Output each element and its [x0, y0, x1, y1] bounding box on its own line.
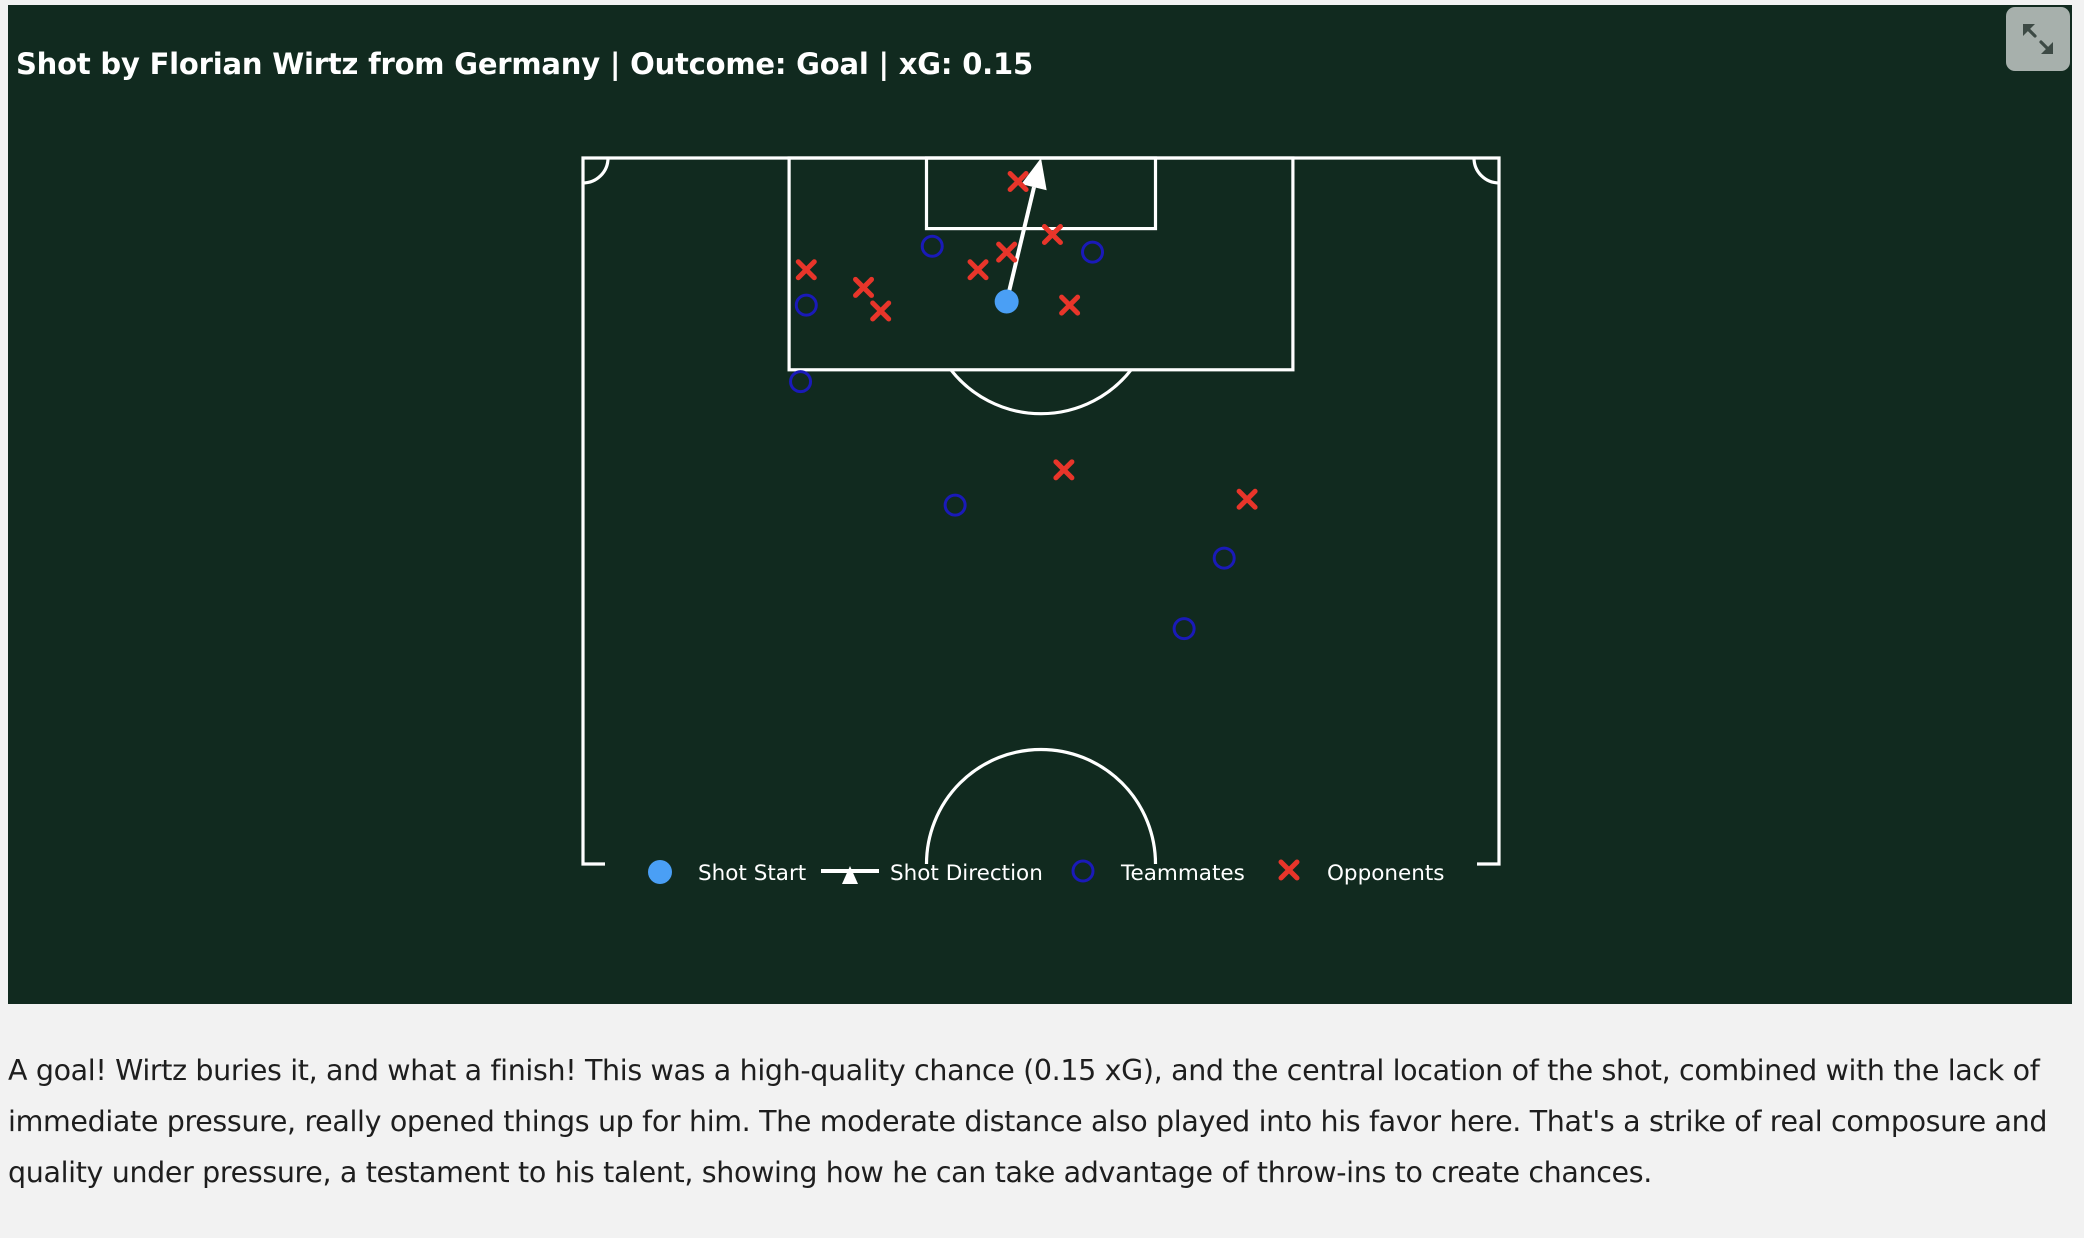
teammate-marker: [789, 370, 813, 394]
teammate-marker: [794, 293, 818, 317]
players-layer: [789, 171, 1258, 641]
teammate-marker: [1212, 546, 1236, 570]
legend-shot-direction-label: Shot Direction: [890, 861, 1043, 886]
penalty-area: [787, 156, 1295, 372]
shot-start-marker: [994, 289, 1019, 314]
legend: Shot Start Shot Direction Teammates Oppo…: [648, 859, 1444, 886]
shot-description: A goal! Wirtz buries it, and what a fini…: [8, 1054, 2048, 1189]
legend-shot-direction-arrow-icon: [842, 866, 858, 884]
opponent-marker: [996, 241, 1018, 263]
legend-opponents-label: Opponents: [1327, 861, 1444, 886]
legend-opponents-marker: [1278, 859, 1300, 881]
teammate-marker: [1172, 617, 1196, 641]
pitch-chart: Shot Start Shot Direction Teammates Oppo…: [581, 156, 1501, 886]
teammate-marker: [920, 234, 944, 258]
opponent-marker: [1053, 459, 1075, 481]
opponent-marker: [1059, 294, 1081, 316]
corner-arc-right: [1472, 157, 1500, 185]
shot-direction-line: [1004, 186, 1036, 303]
pitch-markings: [581, 156, 1501, 866]
opponent-marker: [967, 259, 989, 281]
legend-shot-start-marker: [648, 860, 672, 884]
teammate-marker: [943, 493, 967, 517]
pitch-boundary: [581, 156, 1501, 866]
opponent-marker: [795, 259, 817, 281]
shot-map-figure: Shot by Florian Wirtz from Germany | Out…: [8, 5, 2072, 1004]
penalty-arc: [949, 368, 1133, 416]
centre-circle-arc: [924, 747, 1158, 865]
opponent-marker: [870, 300, 892, 322]
teammate-marker: [1081, 240, 1105, 264]
corner-arc-left: [582, 157, 610, 185]
opponent-marker: [1236, 488, 1258, 510]
legend-teammates-marker: [1071, 859, 1095, 883]
legend-shot-start-label: Shot Start: [698, 861, 806, 886]
legend-teammates-label: Teammates: [1120, 861, 1245, 886]
opponent-marker: [853, 276, 875, 298]
